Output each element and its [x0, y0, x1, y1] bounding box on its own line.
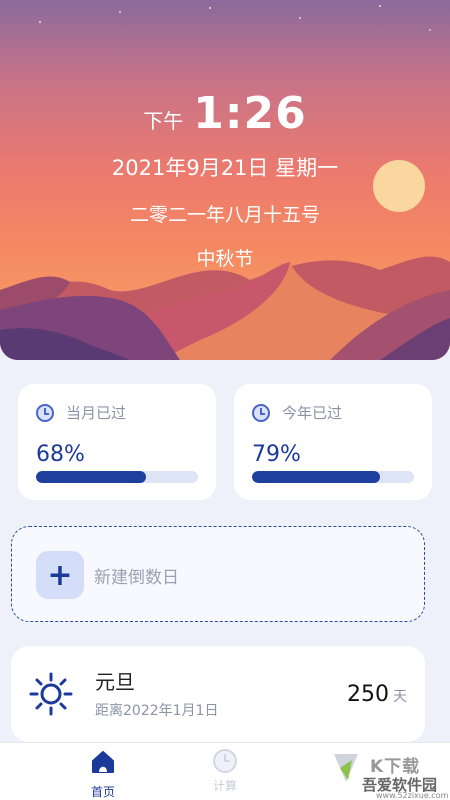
event-days-unit: 天: [393, 689, 407, 705]
current-time: 1:26: [193, 88, 307, 139]
new-countdown-label: 新建倒数日: [94, 568, 179, 588]
sun-icon: [29, 672, 73, 716]
watermark-logo-icon: [334, 754, 358, 782]
month-progress-title: 当月已过: [66, 404, 127, 422]
event-title: 元旦: [95, 670, 135, 694]
time-row: 下午 1:26: [0, 88, 450, 139]
event-days: 250 天: [347, 682, 407, 707]
ampm-label: 下午: [143, 109, 184, 133]
festival-label: 中秋节: [196, 248, 254, 270]
event-card[interactable]: 元旦 距离2022年1月1日 250 天: [11, 646, 425, 742]
year-progress-card[interactable]: 今年已过 79%: [234, 384, 432, 500]
month-progress-header: 当月已过: [36, 402, 126, 423]
month-progress-track: [36, 471, 198, 483]
month-progress-card[interactable]: 当月已过 68%: [18, 384, 216, 500]
event-days-count: 250: [347, 682, 389, 707]
lunar-date: 二零二一年八月十五号: [129, 204, 320, 226]
tab-calc-label: 计算: [212, 779, 237, 793]
clock-icon: [36, 403, 54, 422]
plus-icon[interactable]: +: [36, 551, 84, 599]
event-subtitle: 距离2022年1月1日: [95, 703, 219, 719]
year-progress-value: 79%: [252, 442, 301, 467]
tab-calc[interactable]: 计算: [195, 749, 255, 794]
watermark: K下载 吾爱软件园 www.52zixue.com: [322, 746, 450, 800]
tab-home[interactable]: 首页: [73, 749, 133, 800]
tab-home-label: 首页: [90, 785, 115, 799]
watermark-line3: www.52zixue.com: [376, 791, 449, 800]
month-progress-value: 68%: [36, 442, 85, 467]
year-progress-header: 今年已过: [252, 402, 342, 423]
year-progress-fill: [252, 471, 380, 483]
home-icon: [92, 751, 114, 773]
new-countdown-button[interactable]: + 新建倒数日: [11, 526, 425, 622]
year-progress-track: [252, 471, 414, 483]
clock-icon: [213, 749, 237, 773]
month-progress-fill: [36, 471, 147, 483]
current-date: 2021年9月21日 星期一: [111, 156, 339, 180]
hero-banner: 下午 1:26 2021年9月21日 星期一 二零二一年八月十五号 中秋节: [0, 0, 450, 360]
year-progress-title: 今年已过: [282, 404, 343, 422]
clock-icon: [252, 403, 270, 422]
